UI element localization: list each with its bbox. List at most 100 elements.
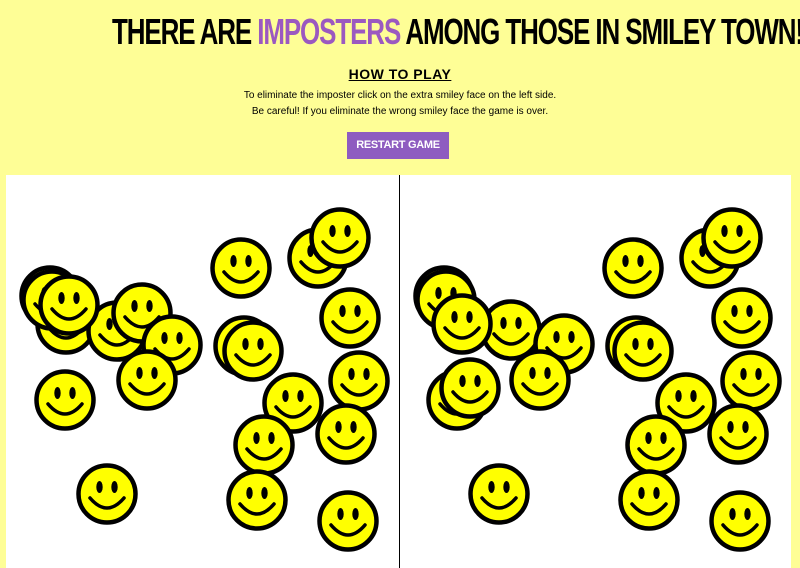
smiley-face-outline (317, 490, 379, 552)
smiley-right-eye (69, 387, 76, 399)
smiley-face[interactable] (508, 348, 572, 412)
smiley-right-eye (146, 300, 153, 312)
smiley-right-eye (354, 305, 361, 317)
smiley-left-eye (638, 487, 645, 499)
smiley-right-eye (363, 368, 370, 380)
smiley-face[interactable] (467, 462, 531, 526)
smiley-face[interactable] (33, 368, 97, 432)
smiley-face-outline (509, 349, 571, 411)
smiley-face-outline (720, 350, 782, 412)
smiley-left-eye (131, 300, 138, 312)
smiley-face[interactable] (430, 292, 494, 356)
smiley-face[interactable] (438, 356, 502, 420)
smiley-face[interactable] (75, 462, 139, 526)
smiley-left-eye (282, 390, 289, 402)
smiley-left-eye (136, 367, 143, 379)
smiley-right-eye (261, 487, 268, 499)
smiley-left-eye (731, 305, 738, 317)
smiley-face-outline (34, 369, 96, 431)
smiley-face-outline (233, 414, 295, 476)
smiley-left-eye (54, 387, 61, 399)
smiley-left-eye (500, 317, 507, 329)
smiley-left-eye (246, 487, 253, 499)
title-prefix: THERE ARE (112, 11, 258, 52)
smiley-face-outline (625, 414, 687, 476)
smiley-face[interactable] (209, 236, 273, 300)
smiley-left-eye (645, 432, 652, 444)
smiley-face[interactable] (308, 206, 372, 270)
smiley-face[interactable] (617, 468, 681, 532)
smiley-face-outline (309, 207, 371, 269)
smiley-left-eye (230, 255, 237, 267)
smiley-right-eye (544, 367, 551, 379)
right-board (400, 175, 791, 568)
smiley-right-eye (503, 481, 510, 493)
smiley-right-eye (297, 390, 304, 402)
title-suffix: AMONG THOSE IN SMILEY TOWN! (400, 11, 800, 52)
smiley-face-outline (116, 349, 178, 411)
smiley-face-outline (709, 490, 771, 552)
smiley-right-eye (637, 255, 644, 267)
smiley-face[interactable] (700, 206, 764, 270)
smiley-left-eye (740, 368, 747, 380)
smiley-left-eye (337, 508, 344, 520)
smiley-left-eye (721, 225, 728, 237)
smiley-face[interactable] (708, 489, 772, 553)
smiley-left-eye (58, 292, 65, 304)
smiley-right-eye (742, 421, 749, 433)
smiley-face[interactable] (710, 286, 774, 350)
smiley-right-eye (568, 331, 575, 343)
smiley-left-eye (622, 255, 629, 267)
smiley-face[interactable] (706, 402, 770, 466)
smiley-face[interactable] (37, 273, 101, 337)
smiley-right-eye (257, 338, 264, 350)
smiley-right-eye (466, 311, 473, 323)
smiley-face[interactable] (601, 236, 665, 300)
smiley-left-eye (529, 367, 536, 379)
smiley-face[interactable] (316, 489, 380, 553)
smiley-right-eye (350, 421, 357, 433)
smiley-right-eye (653, 487, 660, 499)
smiley-face-outline (711, 287, 773, 349)
smiley-face[interactable] (225, 468, 289, 532)
smiley-right-eye (736, 225, 743, 237)
smiley-face-outline (618, 469, 680, 531)
smiley-face[interactable] (314, 402, 378, 466)
smiley-face[interactable] (115, 348, 179, 412)
smiley-face-outline (602, 237, 664, 299)
smiley-right-eye (151, 367, 158, 379)
smiley-face-outline (38, 274, 100, 336)
smiley-left-eye (632, 338, 639, 350)
smiley-left-eye (729, 508, 736, 520)
smiley-left-eye (335, 421, 342, 433)
smiley-face-outline (226, 469, 288, 531)
smiley-right-eye (755, 368, 762, 380)
smiley-face-outline (210, 237, 272, 299)
smiley-right-eye (647, 338, 654, 350)
smiley-right-eye (744, 508, 751, 520)
restart-game-button[interactable]: RESTART GAME (347, 132, 449, 159)
smiley-right-eye (176, 332, 183, 344)
title-accent: IMPOSTERS (257, 11, 401, 52)
smiley-face-outline (439, 357, 501, 419)
smiley-right-eye (474, 375, 481, 387)
left-board (6, 175, 400, 568)
smiley-left-eye (339, 305, 346, 317)
smiley-left-eye (451, 311, 458, 323)
smiley-right-eye (352, 508, 359, 520)
smiley-face-outline (319, 287, 381, 349)
smiley-face-outline (315, 403, 377, 465)
how-to-play-heading: HOW TO PLAY (348, 66, 452, 82)
instruction-line-1: To eliminate the imposter click on the e… (243, 90, 557, 101)
smiley-right-eye (515, 317, 522, 329)
smiley-right-eye (746, 305, 753, 317)
smiley-face-outline (76, 463, 138, 525)
smiley-face[interactable] (318, 286, 382, 350)
page-title: THERE ARE IMPOSTERS AMONG THOSE IN SMILE… (112, 11, 800, 52)
smiley-right-eye (344, 225, 351, 237)
smiley-left-eye (161, 332, 168, 344)
smiley-right-eye (111, 481, 118, 493)
smiley-face-outline (328, 350, 390, 412)
smiley-right-eye (73, 292, 80, 304)
smiley-left-eye (459, 375, 466, 387)
